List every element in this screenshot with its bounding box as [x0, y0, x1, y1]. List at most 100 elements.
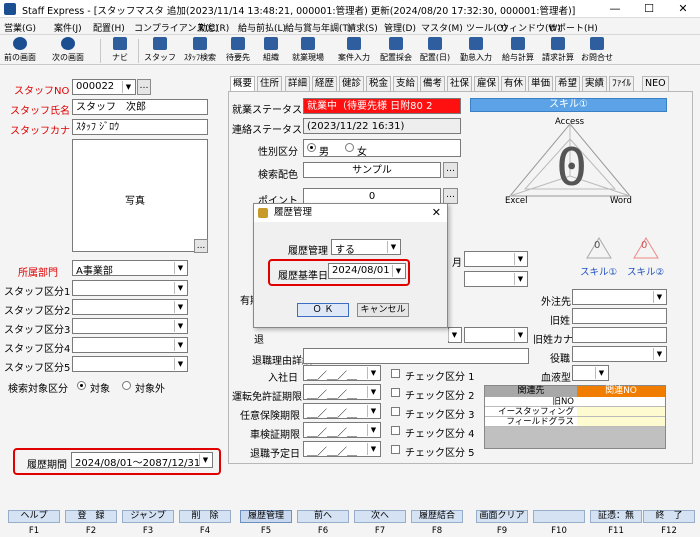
menu-item-kyuyo-shoyo[interactable]: 給与賞与年調(T) — [285, 21, 352, 34]
haichi-bi-button[interactable]: 配置(日) — [418, 37, 452, 63]
female-radio[interactable] — [345, 143, 354, 152]
check2-box[interactable] — [391, 388, 400, 397]
tab-shikyu[interactable]: 支給 — [393, 76, 419, 91]
dispatch-select[interactable]: ▼ — [572, 289, 667, 305]
menu-item-support[interactable]: サポート(H) — [548, 21, 598, 34]
menu-item-kyuyo-maebarai[interactable]: 給与前払(L) — [238, 21, 286, 34]
inquiry-button[interactable]: お問合せ — [580, 37, 614, 63]
partial-select-1[interactable]: ▼ — [464, 251, 528, 267]
work-status-field[interactable]: 就業中（待要先様 日附80 2 — [303, 98, 461, 114]
history-mgmt-button[interactable]: 履歴管理 — [240, 510, 292, 523]
tab-tanka[interactable]: 単価 — [528, 76, 554, 91]
old-kana-field[interactable] — [572, 327, 667, 343]
partial-select-2[interactable]: ▼ — [464, 271, 528, 287]
tab-gaiyo[interactable]: 概要 — [230, 76, 256, 91]
join-date-field[interactable]: ＿／＿／＿ ▼ — [303, 365, 381, 382]
kintai-input-button[interactable]: 勤怠入力 — [458, 37, 494, 63]
tab-jusho[interactable]: 住所 — [257, 76, 283, 91]
f10-button[interactable] — [533, 510, 585, 523]
kubun5-select[interactable]: ▼ — [72, 356, 188, 372]
ok-button[interactable]: Ｏ Ｋ — [297, 303, 349, 317]
exit-button[interactable]: 終 了 — [643, 510, 695, 523]
register-button[interactable]: 登 録 — [65, 510, 117, 523]
menu-item-eigyo[interactable]: 営業(G) — [4, 21, 36, 34]
staff-button[interactable]: スタッフ — [143, 37, 177, 63]
history-mgmt-select[interactable]: する ▼ — [331, 239, 401, 256]
skill2-link[interactable]: スキル② — [627, 264, 664, 278]
tab-koho[interactable]: 雇保 — [474, 76, 500, 91]
staff-no-field[interactable]: 000022 ▼ — [72, 79, 136, 95]
tab-shosai[interactable]: 詳細 — [285, 76, 311, 91]
kubun3-select[interactable]: ▼ — [72, 318, 188, 334]
staff-name-field[interactable]: スタッフ 次郎 — [72, 99, 208, 115]
evidence-button[interactable]: 証憑：無 — [590, 510, 642, 523]
color-button[interactable]: … — [443, 162, 458, 178]
tab-yukyu[interactable]: 有休 — [501, 76, 527, 91]
menu-item-master[interactable]: マスタ(M) — [421, 21, 463, 34]
tab-zeikin[interactable]: 税金 — [366, 76, 392, 91]
genba-button[interactable]: 就業現場 — [290, 37, 326, 63]
history-period-select[interactable]: 2024/08/01～2087/12/31 ▼ — [71, 452, 213, 469]
minimize-button[interactable]: — — [598, 0, 632, 18]
maximize-button[interactable]: ☐ — [632, 0, 666, 18]
kubun1-select[interactable]: ▼ — [72, 280, 188, 296]
seikyu-calc-button[interactable]: 請求計算 — [540, 37, 576, 63]
next-screen-button[interactable]: 次の画面 — [48, 37, 88, 63]
tab-neo[interactable]: NEO — [642, 76, 669, 91]
menu-item-kanri[interactable]: 管理(D) — [384, 21, 416, 34]
partial-select-4[interactable]: ▼ — [464, 327, 528, 343]
related-row-value[interactable] — [577, 407, 665, 417]
soshiki-button[interactable]: 組織 — [259, 37, 283, 63]
check4-box[interactable] — [391, 426, 400, 435]
related-row-value[interactable] — [577, 417, 665, 427]
staff-no-lookup-button[interactable]: … — [137, 79, 151, 95]
tab-keireki[interactable]: 経歴 — [312, 76, 338, 91]
delete-button[interactable]: 削 除 — [179, 510, 231, 523]
prev-button[interactable]: 前へ — [297, 510, 349, 523]
related-row-value[interactable] — [577, 397, 665, 407]
skill1-link[interactable]: スキル① — [580, 264, 617, 278]
tab-shaho[interactable]: 社保 — [447, 76, 473, 91]
cancel-button[interactable]: キャンセル — [357, 303, 409, 317]
anken-input-button[interactable]: 案件入力 — [336, 37, 372, 63]
tab-kibo[interactable]: 希望 — [555, 76, 581, 91]
target-radio[interactable] — [77, 381, 86, 390]
retire-detail-field[interactable] — [303, 348, 529, 364]
navi-button[interactable]: ナビ — [108, 37, 132, 63]
menu-item-kintai[interactable]: 勤怠(R) — [198, 21, 229, 34]
menu-item-seikyu[interactable]: 請求(S) — [347, 21, 378, 34]
staff-kana-field[interactable]: ｽﾀｯﾌ ｼﾞﾛｳ — [72, 119, 208, 135]
old-name-field[interactable] — [572, 308, 667, 324]
role-select[interactable]: ▼ — [572, 346, 667, 362]
haichi-kaigi-button[interactable]: 配置採会 — [378, 37, 414, 63]
history-merge-button[interactable]: 履歴結合 — [411, 510, 463, 523]
not-target-radio[interactable] — [122, 381, 131, 390]
dept-select[interactable]: A事業部 ▼ — [72, 260, 188, 277]
tab-file[interactable]: ﾌｧｲﾙ — [609, 76, 635, 91]
staff-search-button[interactable]: ｽﾀｯﾌ検索 — [181, 37, 219, 63]
male-radio[interactable] — [307, 143, 316, 152]
license-date-field[interactable]: ＿／＿／＿ ▼ — [303, 384, 381, 401]
blood-select[interactable]: ▼ — [572, 365, 609, 381]
insurance-date-field[interactable]: ＿／＿／＿ ▼ — [303, 403, 381, 420]
retire-plan-date-field[interactable]: ＿／＿／＿ ▼ — [303, 441, 381, 458]
kubun2-select[interactable]: ▼ — [72, 299, 188, 315]
check1-box[interactable] — [391, 369, 400, 378]
tab-biko[interactable]: 備考 — [420, 76, 446, 91]
kyuyo-calc-button[interactable]: 給与計算 — [500, 37, 536, 63]
menu-item-anken[interactable]: 案件(J) — [54, 21, 82, 34]
clear-screen-button[interactable]: 画面クリア — [476, 510, 528, 523]
base-date-select[interactable]: 2024/08/01 ▼ — [328, 263, 406, 279]
next-button[interactable]: 次へ — [354, 510, 406, 523]
menu-item-haichi[interactable]: 配置(H) — [93, 21, 125, 34]
vehicle-date-field[interactable]: ＿／＿／＿ ▼ — [303, 422, 381, 439]
help-button[interactable]: ヘルプ — [8, 510, 60, 523]
tab-kenshin[interactable]: 健診 — [339, 76, 365, 91]
skill-header[interactable]: スキル① — [470, 98, 667, 112]
point-button[interactable]: … — [443, 188, 458, 204]
tab-jisseki[interactable]: 実績 — [582, 76, 608, 91]
check5-box[interactable] — [391, 445, 400, 454]
photo-button[interactable]: ... — [194, 239, 208, 253]
check3-box[interactable] — [391, 407, 400, 416]
close-button[interactable]: ✕ — [666, 0, 700, 18]
